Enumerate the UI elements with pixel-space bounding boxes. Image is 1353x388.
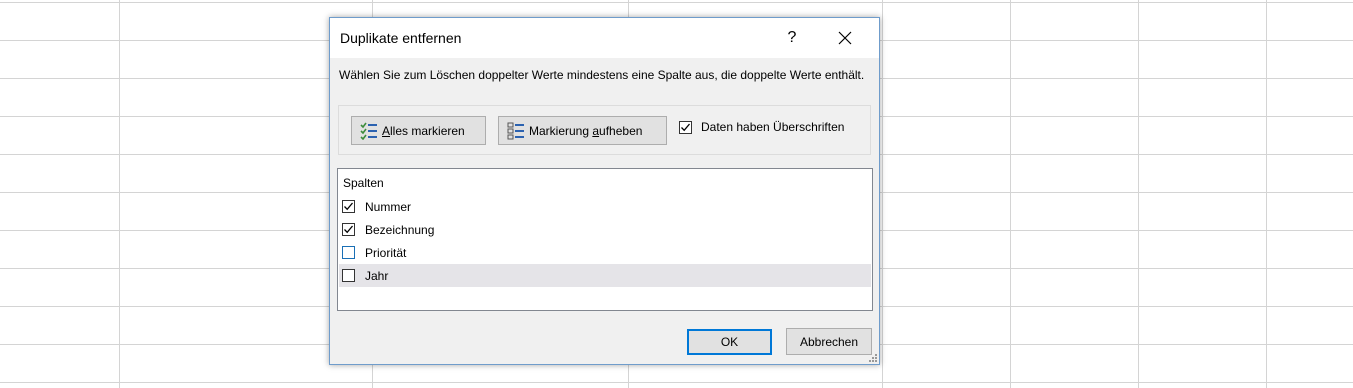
unselect-all-label: Markierung aufheben bbox=[529, 124, 642, 138]
column-label: Bezeichnung bbox=[365, 222, 435, 237]
grid-line bbox=[1138, 0, 1139, 388]
grid-line bbox=[0, 382, 1353, 383]
column-item-bezeichnung[interactable]: Bezeichnung bbox=[339, 218, 871, 241]
resize-grip-icon[interactable] bbox=[867, 352, 877, 362]
label-part: Markierung bbox=[529, 123, 593, 138]
checkmark-icon bbox=[681, 123, 690, 131]
grid-line bbox=[0, 2, 1353, 3]
column-checkbox[interactable] bbox=[342, 246, 355, 259]
selection-toolbar: Alles markieren Markierung aufheben Date… bbox=[338, 105, 871, 155]
accelerator-key: A bbox=[382, 123, 391, 138]
unselect-all-button[interactable]: Markierung aufheben bbox=[498, 116, 667, 145]
select-all-button[interactable]: Alles markieren bbox=[351, 116, 486, 145]
headers-checkbox[interactable] bbox=[679, 120, 692, 134]
dialog-titlebar[interactable]: Duplikate entfernen ? bbox=[330, 18, 879, 58]
close-icon bbox=[838, 31, 852, 45]
dialog-description: Wählen Sie zum Löschen doppelter Werte m… bbox=[339, 68, 865, 82]
columns-listbox[interactable]: Spalten Nummer Bezeichnung Priorität Jah… bbox=[337, 168, 873, 311]
column-label: Nummer bbox=[365, 199, 412, 214]
select-all-icon bbox=[360, 122, 378, 140]
column-checkbox[interactable] bbox=[342, 223, 355, 236]
unselect-all-icon bbox=[507, 122, 525, 140]
column-item-prioritaet[interactable]: Priorität bbox=[339, 241, 871, 264]
column-item-jahr[interactable]: Jahr bbox=[339, 264, 871, 287]
column-label: Priorität bbox=[365, 245, 407, 260]
checkmark-icon bbox=[344, 225, 353, 234]
grid-line bbox=[119, 0, 120, 388]
remove-duplicates-dialog: Duplikate entfernen ? Wählen Sie zum Lös… bbox=[329, 17, 880, 365]
checkmark-icon bbox=[344, 202, 353, 211]
dialog-title: Duplikate entfernen bbox=[340, 30, 462, 46]
select-all-label: Alles markieren bbox=[382, 124, 465, 138]
grid-line bbox=[882, 0, 883, 388]
headers-checkbox-row[interactable]: Daten haben Überschriften bbox=[679, 120, 844, 134]
grid-line bbox=[1266, 0, 1267, 388]
column-checkbox[interactable] bbox=[342, 200, 355, 213]
column-label: Jahr bbox=[365, 268, 389, 283]
grid-line bbox=[1010, 0, 1011, 388]
column-item-nummer[interactable]: Nummer bbox=[339, 195, 871, 218]
columns-header: Spalten bbox=[343, 176, 384, 190]
column-checkbox[interactable] bbox=[342, 269, 355, 282]
headers-checkbox-label: Daten haben Überschriften bbox=[701, 120, 845, 134]
cancel-button[interactable]: Abbrechen bbox=[786, 328, 872, 355]
ok-button[interactable]: OK bbox=[687, 329, 772, 355]
label-part: lles markieren bbox=[390, 123, 465, 138]
close-button[interactable] bbox=[825, 24, 865, 52]
help-button[interactable]: ? bbox=[777, 24, 807, 52]
label-part: ufheben bbox=[599, 123, 643, 138]
